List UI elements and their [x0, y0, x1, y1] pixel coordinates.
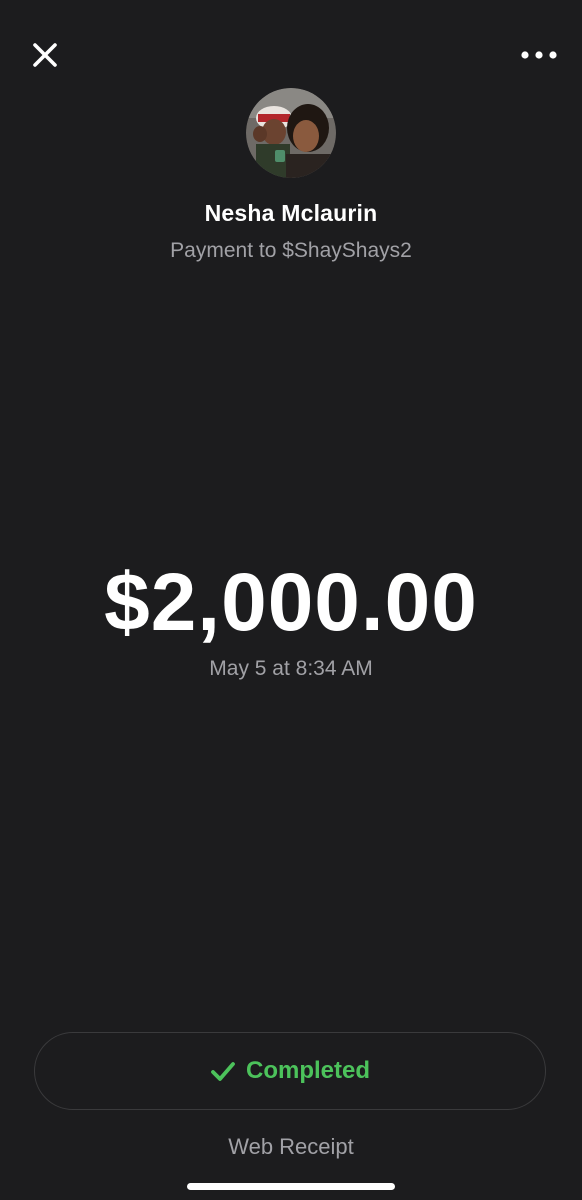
status-pill[interactable]: Completed	[34, 1032, 546, 1110]
payment-timestamp: May 5 at 8:34 AM	[209, 657, 373, 680]
more-horizontal-icon	[521, 51, 557, 59]
avatar[interactable]	[246, 88, 336, 178]
status-label: Completed	[245, 1057, 370, 1084]
payment-subtitle: Payment to $ShayShays2	[170, 239, 412, 262]
more-options-button[interactable]	[516, 34, 562, 76]
home-indicator[interactable]	[187, 1183, 395, 1190]
close-icon	[33, 43, 57, 67]
recipient-name: Nesha Mclaurin	[204, 200, 378, 226]
checkmark-icon	[211, 1062, 235, 1081]
close-button[interactable]	[24, 34, 66, 76]
profile-photo	[246, 88, 336, 178]
payment-amount: $2,000.00	[104, 557, 478, 648]
web-receipt-link[interactable]: Web Receipt	[0, 1134, 582, 1160]
